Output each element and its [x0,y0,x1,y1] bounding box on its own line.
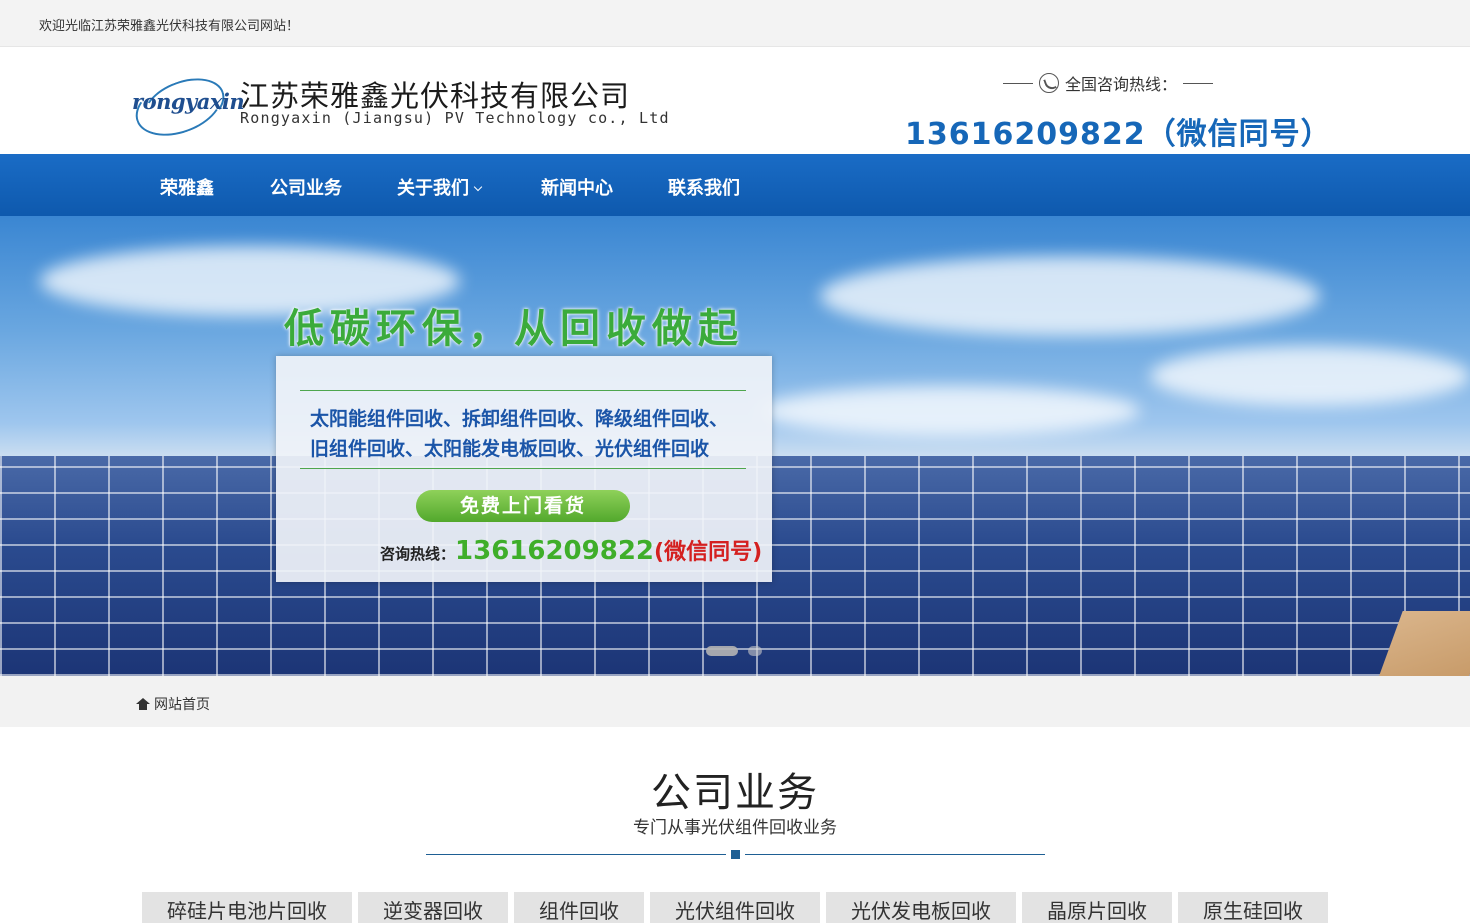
welcome-text: 欢迎光临江苏荣雅鑫光伏科技有限公司网站！ [39,19,300,34]
section-title: 公司业务 [651,770,819,816]
tab-pv-module-recycling[interactable]: 光伏组件回收 [650,892,820,923]
nav-item-home[interactable]: 荣雅鑫 [160,174,214,200]
company-logo[interactable]: rongyaxin 江苏荣雅鑫光伏科技有限公司 Rongyaxin (Jiang… [127,65,669,147]
slider-dots [706,646,762,656]
banner-line-1: 太阳能组件回收、拆卸组件回收、降级组件回收、 [310,408,729,430]
hotline-dash-right [1183,82,1214,84]
banner-line-2: 旧组件回收、太阳能发电板回收、光伏组件回收 [310,438,710,460]
nav-item-label: 新闻中心 [541,178,613,199]
slider-dot-1[interactable] [706,646,738,656]
tab-module-recycling[interactable]: 组件回收 [514,892,644,923]
main-nav: 荣雅鑫 公司业务 关于我们 新闻中心 联系我们 [0,154,1470,216]
free-visit-button[interactable]: 免费上门看货 [416,490,630,522]
header-hotline: 全国咨询热线： 13616209822（微信同号） [905,69,1335,152]
hero-banner[interactable]: 低碳环保，从回收做起 太阳能组件回收、拆卸组件回收、降级组件回收、 旧组件回收、… [0,216,1470,676]
nav-item-label: 联系我们 [668,178,740,199]
company-name-en: Rongyaxin (Jiangsu) PV Technology co., L… [240,109,670,127]
tab-wafer-recycling[interactable]: 晶原片回收 [1022,892,1172,923]
banner-hotline-number: 13616209822 [455,536,655,566]
section-subtitle: 专门从事光伏组件回收业务 [633,818,837,838]
banner-card: 太阳能组件回收、拆卸组件回收、降级组件回收、 旧组件回收、太阳能发电板回收、光伏… [276,356,772,582]
breadcrumb: 网站首页 [136,694,210,714]
logo-mark-text: rongyaxin [132,89,245,114]
cloud-decoration [820,256,1320,336]
top-bar: 欢迎光临江苏荣雅鑫光伏科技有限公司网站！ [0,0,1470,47]
card-divider-bottom [300,468,746,469]
breadcrumb-bar: 网站首页 [0,676,1470,727]
nav-item-business[interactable]: 公司业务 [270,174,342,200]
banner-hotline-label: 咨询热线： [380,545,456,563]
banner-hotline-note: (微信同号) [654,540,763,565]
tab-inverter-recycling[interactable]: 逆变器回收 [358,892,508,923]
tab-pv-panel-recycling[interactable]: 光伏发电板回收 [826,892,1016,923]
banner-hotline: 咨询热线： 13616209822 (微信同号) [380,534,762,566]
tab-silicon-recycling[interactable]: 原生硅回收 [1178,892,1328,923]
hotline-label-row: 全国咨询热线： [1003,71,1214,95]
chevron-down-icon [473,182,483,192]
nav-item-label: 荣雅鑫 [160,178,214,199]
logo-mark: rongyaxin [127,65,245,147]
hotline-number[interactable]: 13616209822（微信同号） [905,109,1332,153]
tab-wafer-cell-recycling[interactable]: 碎硅片电池片回收 [142,892,352,923]
breadcrumb-home-link[interactable]: 网站首页 [154,694,210,714]
card-divider-top [300,390,746,391]
nav-item-label: 关于我们 [397,178,469,199]
home-icon [136,698,150,710]
nav-item-label: 公司业务 [270,178,342,199]
section-divider-left [426,854,726,855]
section-divider-right [745,854,1045,855]
nav-item-news[interactable]: 新闻中心 [541,174,613,200]
banner-title: 低碳环保，从回收做起 [284,306,744,352]
nav-item-contact[interactable]: 联系我们 [668,174,740,200]
hotline-dash-left [1003,82,1033,84]
phone-icon [1039,73,1059,93]
section-divider-mark [731,850,740,859]
nav-item-about[interactable]: 关于我们 [397,174,483,200]
cloud-decoration [1150,346,1470,406]
site-header: rongyaxin 江苏荣雅鑫光伏科技有限公司 Rongyaxin (Jiang… [0,47,1470,154]
slider-dot-2[interactable] [748,646,762,656]
hotline-label: 全国咨询热线： [1065,75,1178,94]
cloud-decoration [760,386,1140,436]
